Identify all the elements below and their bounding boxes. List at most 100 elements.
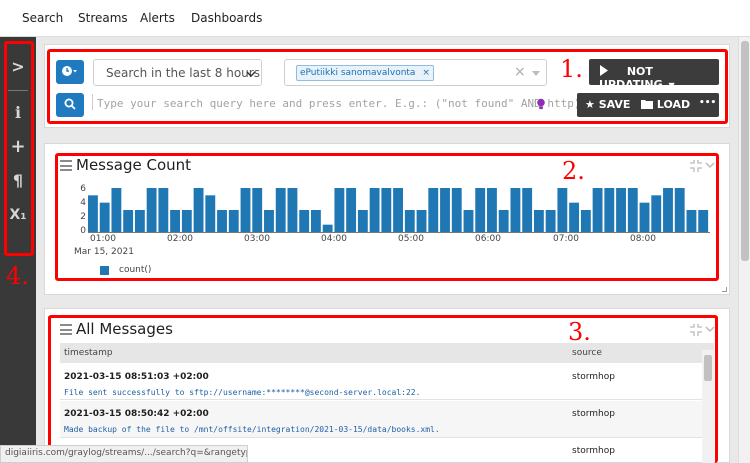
info-icon[interactable]: i xyxy=(0,103,36,122)
chart-bar[interactable] xyxy=(686,210,697,232)
chart-bar[interactable] xyxy=(158,188,169,232)
stream-tag: ePutiikki sanomavalvonta × xyxy=(296,65,434,81)
lightbulb-icon[interactable] xyxy=(536,98,546,110)
legend-swatch[interactable] xyxy=(100,266,109,275)
page-scrollbar-thumb[interactable] xyxy=(741,41,749,261)
chart-bar[interactable] xyxy=(569,202,580,232)
chart-bar[interactable] xyxy=(475,188,486,232)
column-header-timestamp[interactable]: timestamp xyxy=(64,348,113,358)
page-scrollbar[interactable] xyxy=(738,37,750,463)
chart-bar[interactable] xyxy=(404,210,415,232)
paragraph-icon[interactable]: ¶ xyxy=(0,171,36,190)
chart-bar[interactable] xyxy=(533,210,544,232)
chart-bar[interactable] xyxy=(416,210,427,232)
play-icon xyxy=(600,65,608,76)
chart-bar[interactable] xyxy=(674,188,685,232)
row-source: stormhop xyxy=(572,372,615,382)
chart-bar[interactable] xyxy=(205,195,216,232)
remove-tag-icon[interactable]: × xyxy=(422,68,430,78)
chart-bar[interactable] xyxy=(123,210,134,232)
load-button[interactable]: LOAD xyxy=(641,98,690,111)
legend-label[interactable]: count() xyxy=(119,265,151,275)
chart-bar[interactable] xyxy=(287,188,298,232)
folder-icon xyxy=(641,100,653,109)
chart-bar[interactable] xyxy=(627,188,638,232)
annotation-label-2: 2. xyxy=(562,157,585,185)
table-scrollbar[interactable] xyxy=(702,350,714,463)
chart-bar[interactable] xyxy=(451,188,462,232)
chart-bar[interactable] xyxy=(510,188,521,232)
chart-bar[interactable] xyxy=(616,188,626,232)
chart-bar[interactable] xyxy=(498,210,509,232)
chart-bar[interactable] xyxy=(146,188,157,232)
chart-bar[interactable] xyxy=(111,188,122,232)
more-options-button[interactable]: ••• xyxy=(699,98,716,108)
chart-bar[interactable] xyxy=(545,210,556,232)
chart-bar[interactable] xyxy=(522,188,533,232)
drag-handle-icon[interactable] xyxy=(60,324,72,338)
row-message: File sent successfully to sftp://usernam… xyxy=(64,388,421,397)
chart-bar[interactable] xyxy=(134,210,145,232)
chevron-right-icon[interactable]: > xyxy=(0,57,36,76)
chart-bar[interactable] xyxy=(463,210,474,232)
nav-alerts[interactable]: Alerts xyxy=(140,11,175,25)
subscript-icon[interactable]: X₁ xyxy=(0,207,36,223)
chart-bar[interactable] xyxy=(393,188,403,232)
chart-bar[interactable] xyxy=(310,210,321,232)
chart-bar[interactable] xyxy=(357,210,368,232)
plus-icon[interactable]: + xyxy=(0,136,36,157)
chart-bar[interactable] xyxy=(663,188,673,232)
column-header-source[interactable]: source xyxy=(572,348,602,358)
resize-handle-icon[interactable] xyxy=(722,287,727,292)
compress-icon[interactable] xyxy=(690,160,718,172)
chart-bar[interactable] xyxy=(639,202,650,232)
chart-bar[interactable] xyxy=(651,195,662,232)
y-tick-2: 2 xyxy=(80,212,86,222)
chart-bar[interactable] xyxy=(99,202,110,232)
nav-search[interactable]: Search xyxy=(22,11,63,25)
chart-bar[interactable] xyxy=(346,188,357,232)
nav-streams[interactable]: Streams xyxy=(78,11,128,25)
chart-bar[interactable] xyxy=(557,188,568,232)
chart-bar[interactable] xyxy=(322,224,333,232)
drag-handle-icon[interactable] xyxy=(60,160,72,174)
chart-bar[interactable] xyxy=(487,188,497,232)
chart-bar[interactable] xyxy=(381,188,392,232)
caret-down-icon: ▼ xyxy=(668,81,675,90)
search-button[interactable] xyxy=(56,93,84,117)
time-range-select[interactable]: Search in the last 8 hours xyxy=(93,59,262,86)
chart-bar[interactable] xyxy=(170,210,181,232)
row-timestamp: 2021-03-15 08:51:03 +02:00 xyxy=(64,372,209,382)
chart-bar[interactable] xyxy=(217,210,227,232)
chart-bar[interactable] xyxy=(580,210,591,232)
search-query-input[interactable]: Type your search query here and press en… xyxy=(97,97,580,110)
chart-bar[interactable] xyxy=(334,188,345,232)
chart-bar[interactable] xyxy=(299,210,310,232)
time-range-type-button[interactable] xyxy=(56,60,84,84)
chart-bar[interactable] xyxy=(264,210,274,232)
compress-icon[interactable] xyxy=(690,324,718,336)
caret-down-icon xyxy=(532,71,540,76)
chart-bar[interactable] xyxy=(228,210,239,232)
not-updating-button[interactable]: NOT UPDATING ▼ xyxy=(589,59,719,91)
clock-icon xyxy=(62,66,77,76)
clear-icon[interactable]: × xyxy=(514,64,526,80)
chart-bar[interactable] xyxy=(369,188,380,232)
nav-dashboards[interactable]: Dashboards xyxy=(191,11,262,25)
stream-select[interactable]: ePutiikki sanomavalvonta × × xyxy=(284,59,547,86)
chart-bar[interactable] xyxy=(240,188,251,232)
stream-tag-label: ePutiikki sanomavalvonta xyxy=(300,68,416,78)
chart-bar[interactable] xyxy=(252,188,263,232)
chart-bar[interactable] xyxy=(88,195,98,232)
chart-bar[interactable] xyxy=(592,188,603,232)
table-scrollbar-thumb[interactable] xyxy=(704,355,712,381)
chart-bar[interactable] xyxy=(604,188,615,232)
chart-bar[interactable] xyxy=(275,188,286,232)
save-button[interactable]: ★ SAVE xyxy=(585,98,630,111)
left-sidebar: > i + ¶ X₁ xyxy=(0,37,36,463)
chart-bar[interactable] xyxy=(698,210,709,232)
chart-bar[interactable] xyxy=(181,210,192,232)
chart-bar[interactable] xyxy=(440,188,450,232)
chart-bar[interactable] xyxy=(193,188,204,232)
chart-bar[interactable] xyxy=(428,188,439,232)
